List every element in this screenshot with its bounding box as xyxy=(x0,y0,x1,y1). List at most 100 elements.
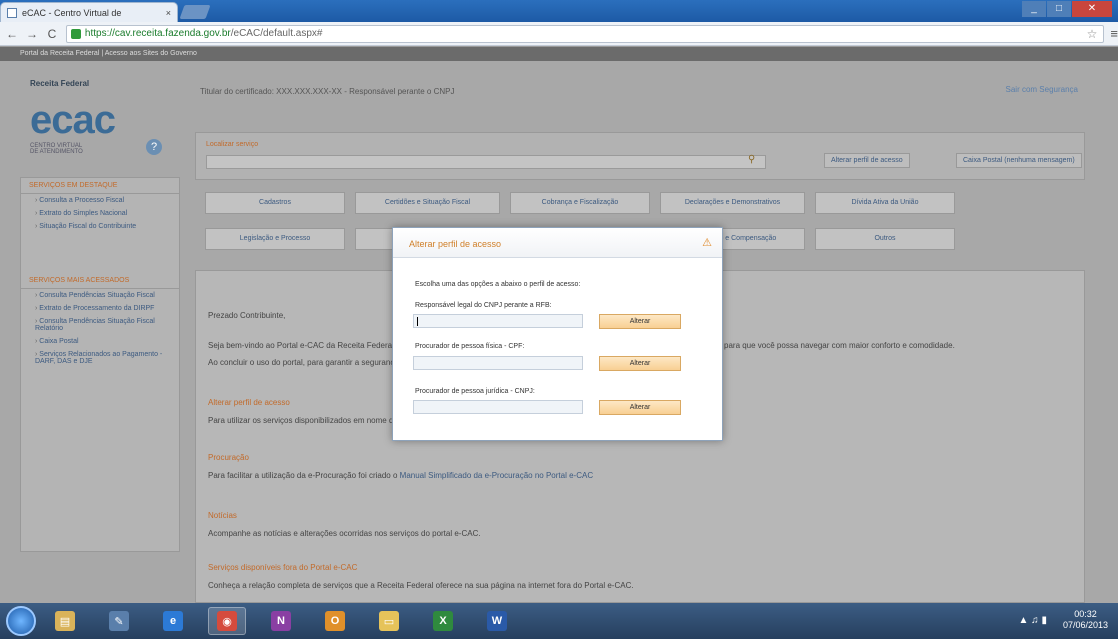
procurador-cpf-label: Procurador de pessoa física - CPF: xyxy=(415,343,525,350)
folder-icon: ▭ xyxy=(379,611,399,631)
menu-icon[interactable]: ≡ xyxy=(1110,26,1118,41)
sidebar: SERVIÇOS EM DESTAQUE Consulta a Processo… xyxy=(20,177,180,552)
outlook-icon: O xyxy=(325,611,345,631)
chrome-icon: ◉ xyxy=(217,611,237,631)
sidebar-item[interactable]: Consulta Pendências Situação Fiscal xyxy=(21,289,179,302)
forward-button[interactable]: → xyxy=(24,27,40,41)
excel-icon: X xyxy=(433,611,453,631)
procuracao-heading: Procuração xyxy=(208,453,249,462)
procuracao-manual-link[interactable]: Manual Simplificado da e-Procuração no P… xyxy=(400,471,593,480)
search-input[interactable] xyxy=(206,155,766,169)
sidebar-section-title: SERVIÇOS MAIS ACESSADOS xyxy=(21,273,179,289)
browser-tab[interactable]: eCAC - Centro Virtual de × xyxy=(0,2,178,22)
windows-taskbar: ▤ ✎ e ◉ N O ▭ X W ▲ ♫ ▮ 00:32 07/06/2013 xyxy=(0,603,1118,639)
procurador-cnpj-label: Procurador de pessoa jurídica - CNPJ: xyxy=(415,388,535,395)
taskbar-app-onenote[interactable]: N xyxy=(262,607,300,635)
dialog-close-icon[interactable]: ⚠ xyxy=(702,236,712,249)
alter-profile-button[interactable]: Alterar perfil de acesso xyxy=(824,153,910,168)
logo-subtitle: CENTRO VIRTUAL DE ATENDIMENTO xyxy=(30,143,83,155)
system-tray: ▲ ♫ ▮ 00:32 07/06/2013 xyxy=(1018,609,1108,631)
taskbar-app-folder[interactable]: ▭ xyxy=(370,607,408,635)
clock-time: 00:32 xyxy=(1074,609,1097,619)
internet-explorer-icon: e xyxy=(163,611,183,631)
nav-tab[interactable]: Dívida Ativa da União xyxy=(815,192,955,214)
url-secure: https://cav.receita.fazenda.gov.br xyxy=(84,28,231,39)
reload-button[interactable]: C xyxy=(44,27,60,41)
legal-responsible-cnpj-input[interactable] xyxy=(413,314,583,328)
news-heading: Notícias xyxy=(208,511,237,520)
search-label: Localizar serviço xyxy=(206,141,259,148)
text-caret xyxy=(417,317,418,326)
taskbar-app-chrome[interactable]: ◉ xyxy=(208,607,246,635)
browser-titlebar: eCAC - Centro Virtual de × _ □ ✕ xyxy=(0,0,1118,22)
taskbar-app-outlook[interactable]: O xyxy=(316,607,354,635)
nav-tab[interactable]: Cobrança e Fiscalização xyxy=(510,192,650,214)
lock-icon xyxy=(70,28,81,39)
address-bar[interactable]: https://cav.receita.fazenda.gov.br /eCAC… xyxy=(65,24,1105,43)
gov-bar[interactable]: Portal da Receita Federal | Acesso aos S… xyxy=(0,47,1118,61)
sidebar-item[interactable]: Caixa Postal xyxy=(21,335,179,348)
dialog-header: Alterar perfil de acesso ⚠ xyxy=(393,228,722,258)
taskbar-app-ie[interactable]: e xyxy=(154,607,192,635)
ecac-logo[interactable]: Receita Federal ecac CENTRO VIRTUAL DE A… xyxy=(30,79,116,155)
procuracao-text-label: Para facilitar a utilização da e-Procura… xyxy=(208,471,398,480)
browser-toolbar: ← → C https://cav.receita.fazenda.gov.br… xyxy=(0,22,1118,46)
alter-procurador-cpf-button[interactable]: Alterar xyxy=(599,356,681,371)
external-services-text: Conheça a relação completa de serviços q… xyxy=(208,581,634,590)
tray-icons[interactable]: ▲ ♫ ▮ xyxy=(1018,615,1046,626)
exit-link[interactable]: Sair com Segurança xyxy=(1006,85,1078,94)
onenote-icon: N xyxy=(271,611,291,631)
nav-tab[interactable]: Legislação e Processo xyxy=(205,228,345,250)
minimize-button[interactable]: _ xyxy=(1022,1,1046,17)
sidebar-item[interactable]: Consulta a Processo Fiscal xyxy=(21,194,179,207)
maximize-button[interactable]: □ xyxy=(1047,1,1071,17)
sidebar-item[interactable]: Extrato de Processamento da DIRPF xyxy=(21,302,179,315)
word-icon: W xyxy=(487,611,507,631)
start-button[interactable] xyxy=(6,606,36,636)
taskbar-app-explorer[interactable]: ▤ xyxy=(46,607,84,635)
taskbar-app-excel[interactable]: X xyxy=(424,607,462,635)
messages-button[interactable]: Caixa Postal (nenhuma mensagem) xyxy=(956,153,1082,168)
legal-responsible-label: Responsável legal do CNPJ perante a RFB: xyxy=(415,302,552,309)
content-greeting: Prezado Contribuinte, xyxy=(208,311,286,320)
nav-tab[interactable]: Declarações e Demonstrativos xyxy=(660,192,805,214)
brand-label: Receita Federal xyxy=(30,79,90,88)
window-controls: _ □ ✕ xyxy=(1021,1,1112,17)
nav-tab[interactable]: Outros xyxy=(815,228,955,250)
dialog-title: Alterar perfil de acesso xyxy=(409,239,502,249)
url-path: /eCAC/default.aspx# xyxy=(230,28,323,39)
taskbar-app-paint[interactable]: ✎ xyxy=(100,607,138,635)
procurador-cnpj-input[interactable] xyxy=(413,400,583,414)
favicon-icon xyxy=(7,7,17,18)
clock[interactable]: 00:32 07/06/2013 xyxy=(1063,609,1108,631)
alter-profile-heading[interactable]: Alterar perfil de acesso xyxy=(208,398,290,407)
content-welcome: Seja bem-vindo ao Portal e-CAC da Receit… xyxy=(208,341,397,350)
taskbar-app-word[interactable]: W xyxy=(478,607,516,635)
sidebar-item[interactable]: Serviços Relacionados ao Pagamento - DAR… xyxy=(21,348,179,368)
window-close-button[interactable]: ✕ xyxy=(1072,1,1112,17)
explorer-icon: ▤ xyxy=(55,611,75,631)
alter-legal-responsible-button[interactable]: Alterar xyxy=(599,314,681,329)
tab-close-icon[interactable]: × xyxy=(166,8,171,18)
external-services-heading[interactable]: Serviços disponíveis fora do Portal e-CA… xyxy=(208,563,357,572)
sidebar-section-title: SERVIÇOS EM DESTAQUE xyxy=(21,178,179,194)
clock-date: 07/06/2013 xyxy=(1062,620,1108,630)
search-panel: Localizar serviço ⚲ Alterar perfil de ac… xyxy=(195,132,1085,180)
sidebar-item[interactable]: Extrato do Simples Nacional xyxy=(21,207,179,220)
content-welcome-tail: para que você possa navegar com maior co… xyxy=(724,341,955,350)
back-button[interactable]: ← xyxy=(4,27,20,41)
alter-procurador-cnpj-button[interactable]: Alterar xyxy=(599,400,681,415)
user-greeting: Titular do certificado: XXX.XXX.XXX-XX -… xyxy=(200,87,455,96)
nav-tab[interactable]: Cadastros xyxy=(205,192,345,214)
news-text: Acompanhe as notícias e alterações ocorr… xyxy=(208,529,481,538)
sidebar-item[interactable]: Consulta Pendências Situação Fiscal Rela… xyxy=(21,315,179,335)
procurador-cpf-input[interactable] xyxy=(413,356,583,370)
bookmark-star-icon[interactable]: ☆ xyxy=(1087,27,1098,41)
search-icon[interactable]: ⚲ xyxy=(748,154,755,165)
nav-tab[interactable]: Certidões e Situação Fiscal xyxy=(355,192,500,214)
new-tab-button[interactable] xyxy=(179,5,211,19)
help-icon[interactable]: ? xyxy=(146,139,162,155)
sidebar-item[interactable]: Situação Fiscal do Contribuinte xyxy=(21,220,179,233)
paint-icon: ✎ xyxy=(109,611,129,631)
dialog-instruction: Escolha uma das opções a abaixo o perfil… xyxy=(415,281,581,288)
